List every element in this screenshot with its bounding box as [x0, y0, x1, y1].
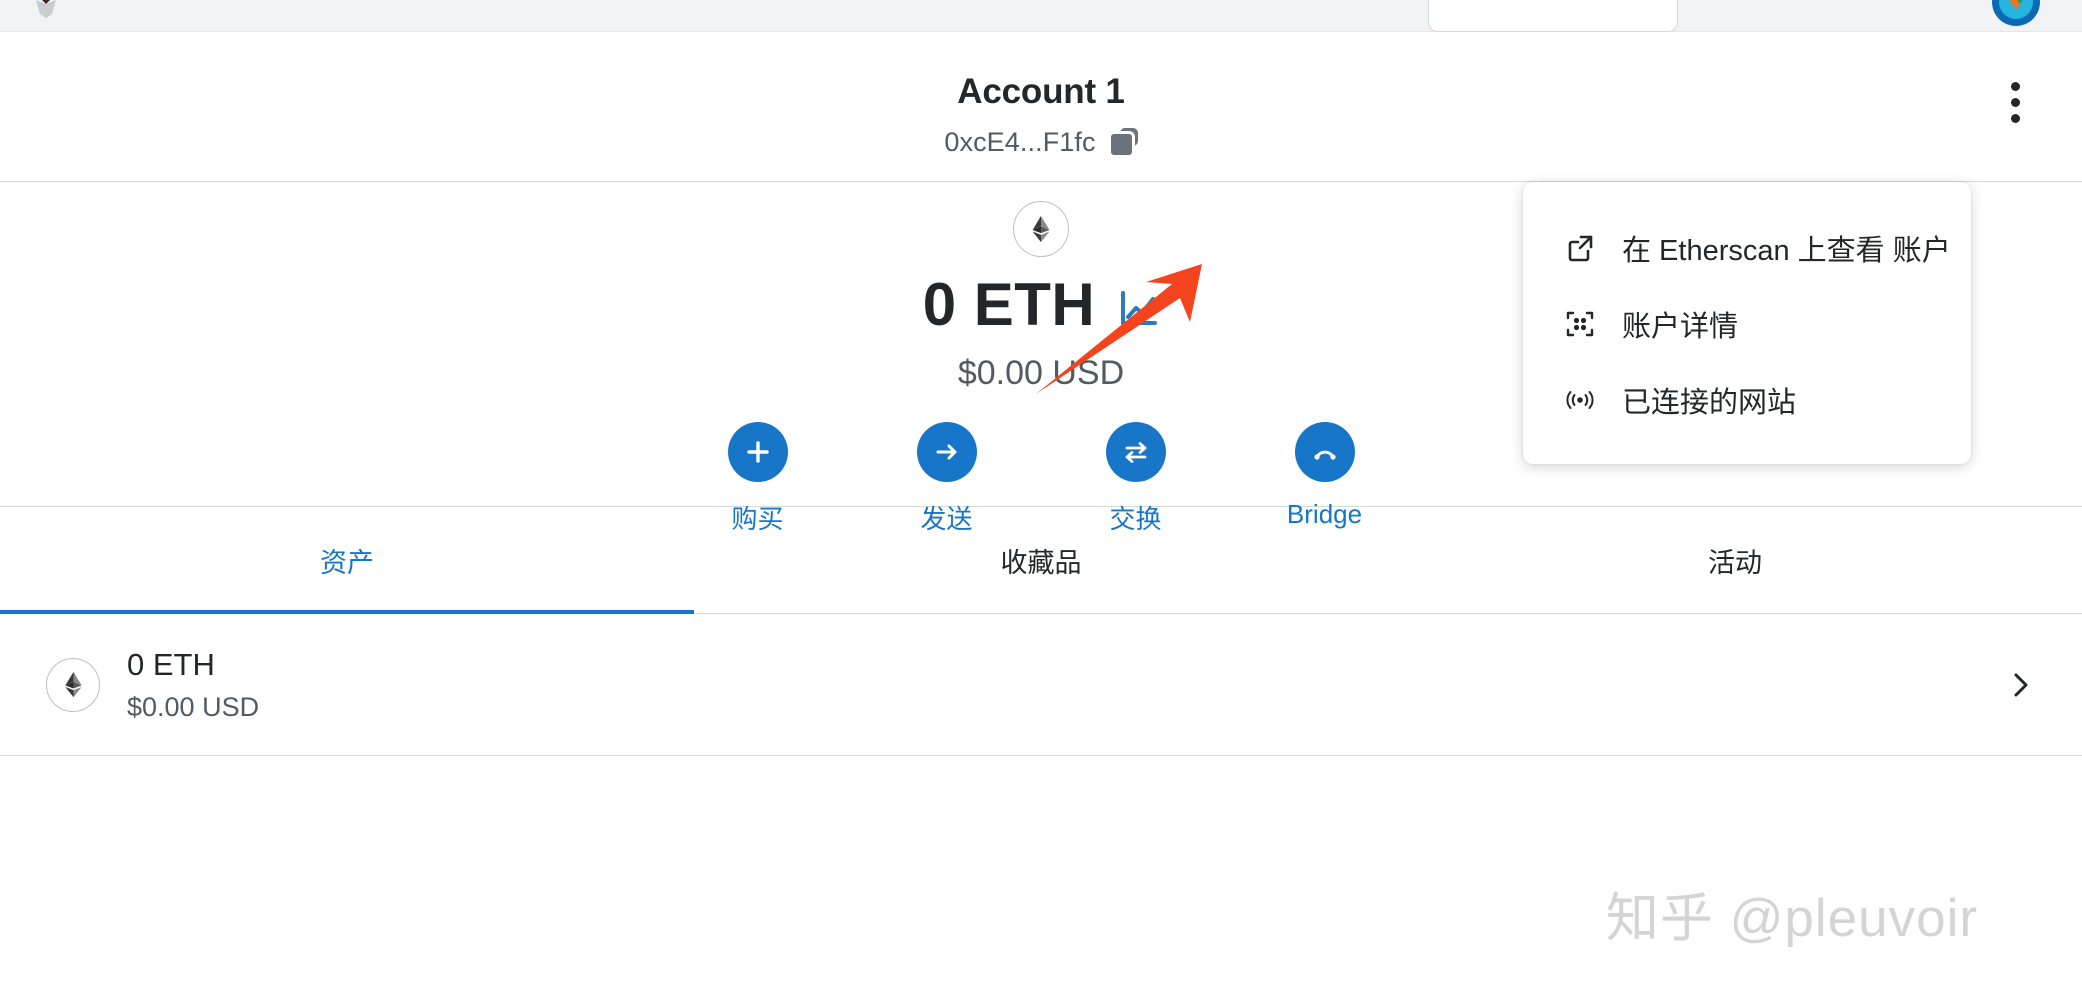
ethereum-icon: [1013, 201, 1069, 257]
ethereum-icon: [46, 657, 100, 712]
tab-collectibles[interactable]: 收藏品: [694, 507, 1388, 613]
line-chart-icon[interactable]: [1117, 288, 1159, 330]
arrow-right-icon: [916, 422, 977, 482]
menu-item-connected-sites[interactable]: 已连接的网站: [1523, 362, 1971, 438]
account-options-button[interactable]: [1994, 74, 2036, 130]
account-header: Account 1 0xcE4...F1fc: [0, 32, 2082, 182]
copy-icon[interactable]: [1107, 127, 1138, 158]
tab-activity[interactable]: 活动: [1388, 507, 2082, 613]
page-title: Account 1: [957, 72, 1125, 111]
asset-amount: 0 ETH: [127, 646, 215, 682]
account-address[interactable]: 0xcE4...F1fc: [944, 127, 1095, 158]
qr-code-icon: [1565, 309, 1595, 339]
browser-toolbar-strip: [0, 0, 2082, 32]
chevron-right-icon[interactable]: [2004, 669, 2036, 701]
menu-item-label: 账户详情: [1622, 311, 1739, 343]
kebab-menu-icon: [2010, 113, 2020, 123]
swap-arrows-icon: [1105, 422, 1166, 482]
browser-extension-icon[interactable]: [1990, 0, 2042, 32]
watermark: 知乎 @pleuvoir: [1605, 889, 1978, 948]
firefox-logo-icon: [26, 0, 66, 26]
tab-bar: 资产 收藏品 活动: [0, 507, 2082, 614]
menu-item-label: 已连接的网站: [1622, 387, 1797, 419]
metamask-popup: Account 1 0xcE4...F1fc 0 ETH $0.00 USD 购…: [0, 32, 2082, 998]
external-link-icon: [1565, 233, 1595, 263]
kebab-menu-icon: [2010, 81, 2020, 91]
balance-amount: 0 ETH: [922, 271, 1096, 338]
menu-item-label: 在 Etherscan 上查看 账户: [1622, 235, 1951, 267]
menu-item-view-on-etherscan[interactable]: 在 Etherscan 上查看 账户: [1523, 210, 1971, 286]
kebab-menu-icon: [2010, 97, 2020, 107]
asset-fiat: $0.00 USD: [127, 691, 260, 722]
broadcast-icon: [1565, 385, 1595, 415]
asset-text: 0 ETH $0.00 USD: [127, 647, 259, 723]
account-options-menu: 在 Etherscan 上查看 账户 账户详情 已连接的网站: [1523, 182, 1971, 464]
list-item[interactable]: 0 ETH $0.00 USD: [0, 614, 2082, 756]
menu-item-account-details[interactable]: 账户详情: [1523, 286, 1971, 362]
tab-assets[interactable]: 资产: [0, 507, 694, 614]
bridge-arc-icon: [1294, 422, 1355, 482]
account-address-row: 0xcE4...F1fc: [0, 127, 2082, 158]
browser-address-pill[interactable]: [1428, 0, 1678, 32]
plus-icon: [727, 422, 788, 482]
